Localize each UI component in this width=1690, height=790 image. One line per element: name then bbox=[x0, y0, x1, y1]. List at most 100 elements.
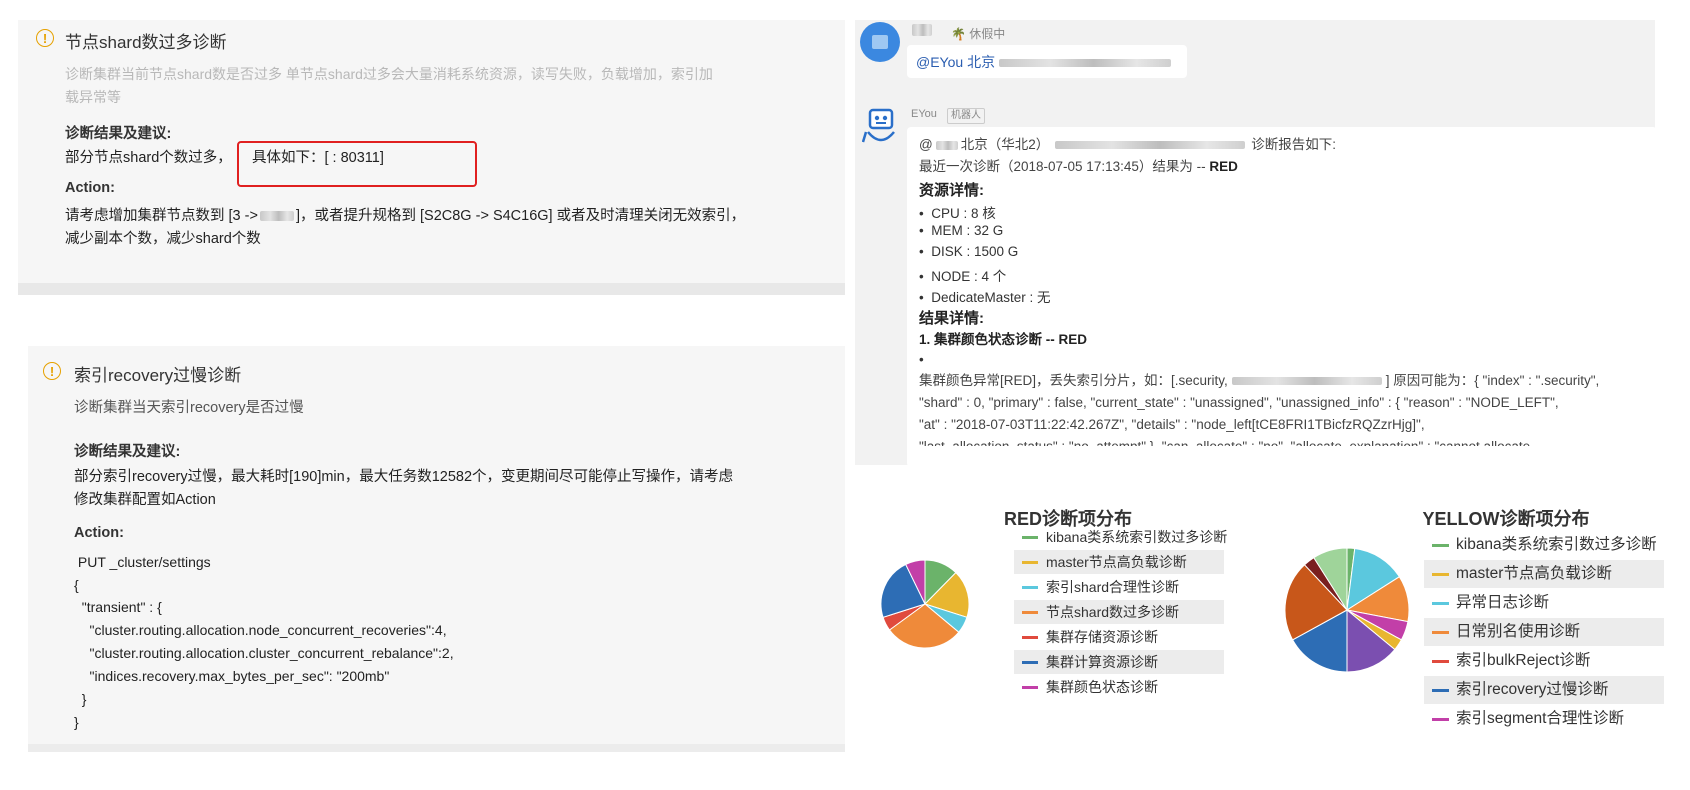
legend-swatch bbox=[1022, 636, 1038, 639]
legend-item[interactable]: 日常别名使用诊断 bbox=[1424, 618, 1664, 646]
code-line: { bbox=[74, 577, 79, 593]
legend-swatch bbox=[1432, 631, 1449, 634]
code-line: PUT _cluster/settings bbox=[74, 554, 211, 570]
legend-label: 索引shard合理性诊断 bbox=[1046, 579, 1180, 595]
bot-name: EYou bbox=[911, 108, 937, 120]
legend-item[interactable]: 索引shard合理性诊断 bbox=[1014, 575, 1224, 599]
code-line: "cluster.routing.allocation.cluster_conc… bbox=[74, 645, 454, 661]
report-header: @ 北京（华北2） 诊断报告如下: bbox=[919, 137, 1336, 152]
report-recent: 最近一次诊断（2018-07-05 17:13:45）结果为 -- RED bbox=[919, 159, 1238, 174]
resource-item: • DISK : 1500 G bbox=[919, 244, 1019, 259]
report-bubble: @ 北京（华北2） 诊断报告如下: 最近一次诊断（2018-07-05 17:13:… bbox=[907, 127, 1657, 467]
result-text: 部分节点shard个数过多， bbox=[65, 150, 232, 166]
legend-item[interactable]: kibana类系统索引数过多诊断 bbox=[1424, 531, 1664, 559]
legend-swatch bbox=[1432, 718, 1449, 721]
pie-chart bbox=[1284, 547, 1410, 673]
warning-icon: ! bbox=[43, 362, 61, 380]
code-line: "indices.recovery.max_bytes_per_sec": "2… bbox=[74, 668, 390, 684]
legend-item[interactable]: 集群存储资源诊断 bbox=[1014, 625, 1224, 649]
legend-label: 节点shard数过多诊断 bbox=[1046, 604, 1180, 620]
legend-item[interactable]: 集群颜色状态诊断 bbox=[1014, 675, 1224, 699]
panel-description-line2: 载异常等 bbox=[65, 89, 121, 105]
legend-label: 异常日志诊断 bbox=[1456, 594, 1550, 611]
legend-label: 集群存储资源诊断 bbox=[1046, 629, 1158, 645]
code-line: "transient" : { bbox=[74, 599, 162, 615]
chat-panel: 🌴 休假中 @EYou 北京 EYou 机器人 @ 北京（华北2） 诊断报告如下: … bbox=[855, 20, 1657, 467]
legend-label: 索引bulkReject诊断 bbox=[1456, 652, 1591, 669]
panel-description-line1: 诊断集群当前节点shard数是否过多 单节点shard过多会大量消耗系统资源，读… bbox=[65, 66, 713, 82]
pie-chart bbox=[880, 559, 970, 649]
redacted-username bbox=[912, 24, 932, 36]
result-heading: 诊断结果及建议: bbox=[65, 126, 172, 142]
result-item: 1. 集群颜色状态诊断 -- RED bbox=[919, 332, 1088, 347]
resource-item: • CPU : 8 核 bbox=[919, 206, 996, 221]
user-avatar[interactable] bbox=[860, 22, 900, 62]
code-line: "cluster.routing.allocation.node_concurr… bbox=[74, 622, 447, 638]
status-label: 🌴 休假中 bbox=[951, 27, 1006, 41]
message-bubble: @EYou 北京 bbox=[907, 45, 1187, 78]
legend-item[interactable]: master节点高负载诊断 bbox=[1424, 560, 1664, 588]
resource-heading: 资源详情: bbox=[919, 182, 984, 199]
legend-item[interactable]: 索引bulkReject诊断 bbox=[1424, 647, 1664, 675]
legend-item[interactable]: 索引segment合理性诊断 bbox=[1424, 705, 1664, 733]
redacted-text bbox=[259, 211, 294, 222]
legend-label: kibana类系统索引数过多诊断 bbox=[1046, 529, 1228, 545]
result-heading: 结果详情: bbox=[919, 310, 984, 327]
legend-swatch bbox=[1432, 689, 1449, 692]
result-bullet: • bbox=[919, 352, 924, 367]
panel-description: 诊断集群当天索引recovery是否过慢 bbox=[74, 400, 304, 416]
legend-swatch bbox=[1022, 611, 1038, 614]
legend-swatch bbox=[1022, 586, 1038, 589]
panel-footer bbox=[18, 283, 845, 295]
action-heading: Action: bbox=[74, 525, 124, 541]
warning-icon: ! bbox=[36, 29, 54, 47]
legend-label: 日常别名使用诊断 bbox=[1456, 623, 1581, 640]
legend-item[interactable]: 异常日志诊断 bbox=[1424, 589, 1664, 617]
action-line2: 减少副本个数，减少shard个数 bbox=[65, 231, 261, 247]
action-heading: Action: bbox=[65, 180, 115, 196]
code-line: } bbox=[74, 691, 87, 707]
legend-swatch bbox=[1022, 661, 1038, 664]
resource-item: • NODE : 4 个 bbox=[919, 269, 1007, 284]
panel-title: 节点shard数过多诊断 bbox=[65, 33, 227, 52]
legend-item[interactable]: 集群计算资源诊断 bbox=[1014, 650, 1224, 674]
shard-diagnosis-panel: ! 节点shard数过多诊断 诊断集群当前节点shard数是否过多 单节点sha… bbox=[18, 20, 845, 295]
detail-line: "shard" : 0, "primary" : false, "current… bbox=[919, 395, 1559, 410]
result-line2: 修改集群配置如Action bbox=[74, 492, 216, 508]
chart-title: YELLOW诊断项分布 bbox=[1422, 509, 1590, 529]
action-line1: 请考虑增加集群节点数到 [3 ->]，或者提升规格到 [S2C8G -> S4C… bbox=[65, 208, 746, 224]
highlight-box bbox=[237, 141, 477, 187]
legend-label: 索引recovery过慢诊断 bbox=[1456, 681, 1609, 698]
legend-swatch bbox=[1432, 660, 1449, 663]
legend-swatch bbox=[1022, 561, 1038, 564]
resource-item: • MEM : 32 G bbox=[919, 223, 1004, 238]
detail-line: "at" : "2018-07-03T11:22:42.267Z", "deta… bbox=[919, 417, 1425, 432]
detail-line: "last_allocation_status" : "no_attempt" … bbox=[919, 436, 1530, 446]
code-line: } bbox=[74, 714, 79, 730]
legend-item[interactable]: master节点高负载诊断 bbox=[1014, 550, 1224, 574]
bot-tag: 机器人 bbox=[947, 108, 985, 124]
legend-label: master节点高负载诊断 bbox=[1456, 565, 1612, 582]
message-text: @EYou 北京 bbox=[916, 54, 996, 70]
redacted-text bbox=[999, 59, 1171, 67]
legend-swatch bbox=[1432, 602, 1449, 605]
legend-swatch bbox=[1432, 573, 1449, 576]
legend-item[interactable]: kibana类系统索引数过多诊断 bbox=[1014, 525, 1228, 549]
panel-title: 索引recovery过慢诊断 bbox=[74, 366, 242, 385]
legend-label: 集群计算资源诊断 bbox=[1046, 654, 1158, 670]
detail-line: 集群颜色异常[RED]，丢失索引分片，如：[.security,] 原因可能为：… bbox=[919, 373, 1600, 388]
result-heading: 诊断结果及建议: bbox=[74, 444, 181, 460]
legend-label: master节点高负载诊断 bbox=[1046, 554, 1187, 570]
result-line1: 部分索引recovery过慢，最大耗时[190]min，最大任务数12582个，… bbox=[74, 469, 734, 485]
legend-item[interactable]: 索引recovery过慢诊断 bbox=[1424, 676, 1664, 704]
legend-item[interactable]: 节点shard数过多诊断 bbox=[1014, 600, 1224, 624]
robot-icon bbox=[862, 108, 895, 143]
legend-label: 集群颜色状态诊断 bbox=[1046, 679, 1158, 695]
legend-label: 索引segment合理性诊断 bbox=[1456, 710, 1624, 727]
resource-item: • DedicateMaster : 无 bbox=[919, 290, 1051, 305]
recovery-diagnosis-panel: ! 索引recovery过慢诊断 诊断集群当天索引recovery是否过慢 诊断… bbox=[28, 346, 845, 752]
panel-footer bbox=[28, 744, 845, 752]
legend-label: kibana类系统索引数过多诊断 bbox=[1456, 536, 1657, 553]
legend-swatch bbox=[1022, 686, 1038, 689]
legend-swatch bbox=[1432, 544, 1449, 547]
